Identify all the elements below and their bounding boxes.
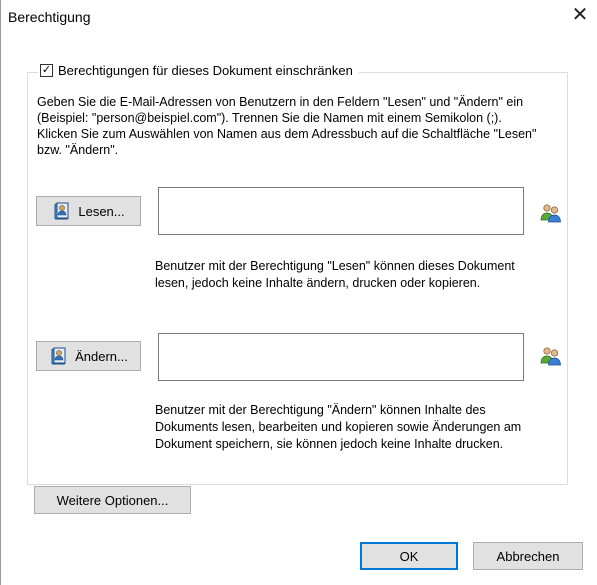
ok-button[interactable]: OK	[360, 542, 458, 570]
close-icon[interactable]: ✕	[569, 4, 591, 26]
change-description: Benutzer mit der Berechtigung "Ändern" k…	[155, 403, 522, 451]
restrict-checkbox-row[interactable]: ✓ Berechtigungen für dieses Dokument ein…	[38, 63, 359, 78]
address-book-icon	[52, 201, 72, 221]
users-icon	[539, 200, 563, 227]
change-button[interactable]: Ändern...	[36, 341, 141, 371]
cancel-button[interactable]: Abbrechen	[473, 542, 583, 570]
restrict-label: Berechtigungen für dieses Dokument einsc…	[58, 63, 353, 78]
change-field[interactable]	[158, 333, 524, 381]
read-users-button[interactable]	[536, 198, 566, 228]
restrict-checkbox[interactable]: ✓	[40, 64, 53, 77]
read-field[interactable]	[158, 187, 524, 235]
dialog-title: Berechtigung	[8, 9, 91, 25]
change-button-label: Ändern...	[75, 348, 128, 364]
window-left-border	[0, 0, 1, 585]
address-book-icon	[49, 346, 69, 366]
read-button-label: Lesen...	[78, 203, 125, 219]
change-users-button[interactable]	[536, 341, 566, 371]
more-options-button[interactable]: Weitere Optionen...	[34, 486, 191, 514]
read-button[interactable]: Lesen...	[36, 196, 141, 226]
read-description: Benutzer mit der Berechtigung "Lesen" kö…	[155, 259, 515, 290]
users-icon	[539, 343, 563, 370]
permission-dialog: Berechtigung ✕ ✓ Berechtigungen für dies…	[0, 0, 597, 585]
intro-text: Geben Sie die E-Mail-Adressen von Benutz…	[37, 95, 537, 157]
